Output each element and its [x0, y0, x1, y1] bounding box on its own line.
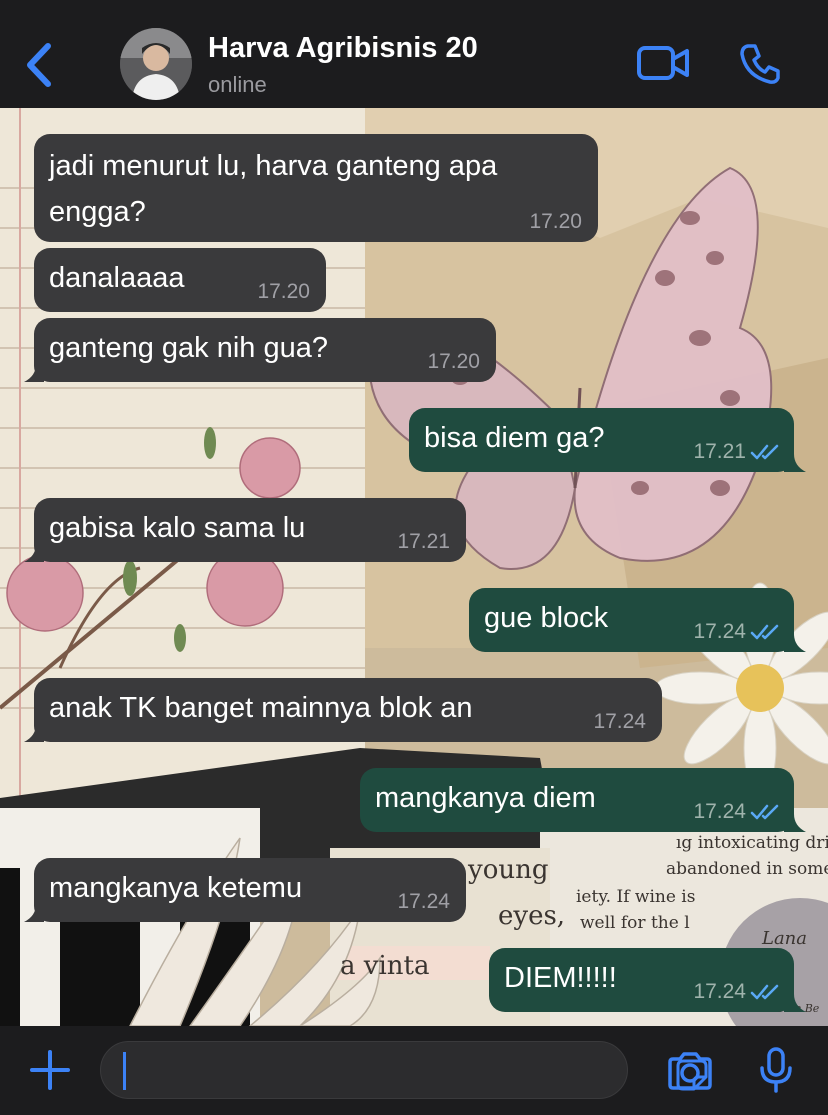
bubble-tail: [784, 454, 806, 472]
voice-call-button[interactable]: [738, 42, 782, 86]
wallpaper-text: eyes,: [498, 901, 565, 931]
message-time: 17.24: [693, 620, 746, 643]
microphone-icon: [760, 1047, 792, 1093]
camera-button[interactable]: [666, 1052, 714, 1090]
chevron-left-icon: [27, 43, 51, 87]
message-text: mangkanya diem: [375, 782, 596, 814]
message-time: 17.20: [529, 210, 582, 233]
bubble-tail: [24, 544, 44, 562]
wallpaper-text: young: [467, 855, 548, 885]
message-time: 17.24: [693, 980, 746, 1003]
message-bubble-outgoing[interactable]: gue block 17.24: [469, 588, 806, 652]
video-camera-icon: [637, 46, 689, 80]
message-text: danalaaaa: [49, 262, 185, 294]
bubble-tail: [24, 364, 44, 382]
contact-name[interactable]: Harva Agribisnis 20: [208, 32, 478, 65]
message-bubble-outgoing[interactable]: mangkanya diem 17.24: [360, 768, 806, 832]
message-text: ganteng gak nih gua?: [49, 332, 328, 364]
message-bubble-incoming[interactable]: danalaaaa 17.20: [34, 248, 326, 312]
wallpaper-text: ıg intoxicating dri: [676, 833, 828, 853]
message-text: engga?: [49, 196, 146, 228]
message-time: 17.24: [397, 890, 450, 913]
message-time: 17.24: [593, 710, 646, 733]
bubble-tail: [784, 814, 806, 832]
message-bubble-incoming[interactable]: anak TK banget mainnya blok an 17.24: [24, 678, 662, 742]
message-bubble-incoming[interactable]: ganteng gak nih gua? 17.20: [24, 318, 496, 382]
wallpaper-text: well for the l: [580, 913, 690, 933]
message-time: 17.24: [693, 800, 746, 823]
message-text: anak TK banget mainnya blok an: [49, 692, 473, 724]
microphone-button[interactable]: [758, 1046, 794, 1094]
chat-header: Harva Agribisnis 20 online: [0, 0, 828, 108]
text-cursor: [123, 1052, 126, 1090]
chat-wallpaper: ıg intoxicating dri abandoned in some o …: [0, 108, 828, 1026]
read-receipt-icon: [750, 624, 779, 640]
video-call-button[interactable]: [636, 44, 692, 84]
message-bubble-incoming[interactable]: jadi menurut lu, harva ganteng apa engga…: [34, 134, 598, 242]
wallpaper-text: a vinta: [340, 951, 429, 981]
message-time: 17.21: [397, 530, 450, 553]
wallpaper-text: iety. If wine is: [576, 887, 695, 907]
message-text: gabisa kalo sama lu: [49, 512, 306, 544]
message-text: bisa diem ga?: [424, 422, 605, 454]
message-text: mangkanya ketemu: [49, 872, 303, 904]
message-text: jadi menurut lu, harva ganteng apa: [49, 150, 498, 182]
wallpaper-text: Lana: [761, 928, 807, 949]
message-time: 17.20: [257, 280, 310, 303]
message-bubble-outgoing[interactable]: bisa diem ga? 17.21: [409, 408, 806, 472]
message-bubble-incoming[interactable]: gabisa kalo sama lu 17.21: [24, 498, 466, 562]
read-receipt-icon: [750, 444, 779, 460]
read-receipt-icon: [750, 984, 779, 1000]
camera-icon: [668, 1052, 712, 1090]
avatar-photo: [120, 28, 192, 100]
message-input[interactable]: [100, 1041, 708, 1099]
bubble-tail: [24, 904, 44, 922]
attach-button[interactable]: [28, 1048, 72, 1092]
bubble-tail: [24, 724, 44, 742]
message-bubble-outgoing[interactable]: DIEM!!!!! 17.24: [489, 948, 806, 1012]
back-button[interactable]: [20, 38, 60, 92]
bubble-tail: [784, 994, 806, 1012]
message-time: 17.20: [427, 350, 480, 373]
read-receipt-icon: [750, 804, 779, 820]
plus-icon: [30, 1050, 70, 1090]
composer-bar: [0, 1026, 828, 1115]
message-time: 17.21: [693, 440, 746, 463]
contact-avatar[interactable]: [120, 28, 192, 100]
bubble-tail: [784, 634, 806, 652]
message-text: DIEM!!!!!: [504, 962, 617, 994]
message-text: gue block: [484, 602, 609, 634]
wallpaper-text: abandoned in some o: [666, 859, 828, 879]
message-bubble-incoming[interactable]: mangkanya ketemu 17.24: [24, 858, 466, 922]
contact-status: online: [208, 72, 267, 97]
phone-icon: [740, 44, 780, 84]
